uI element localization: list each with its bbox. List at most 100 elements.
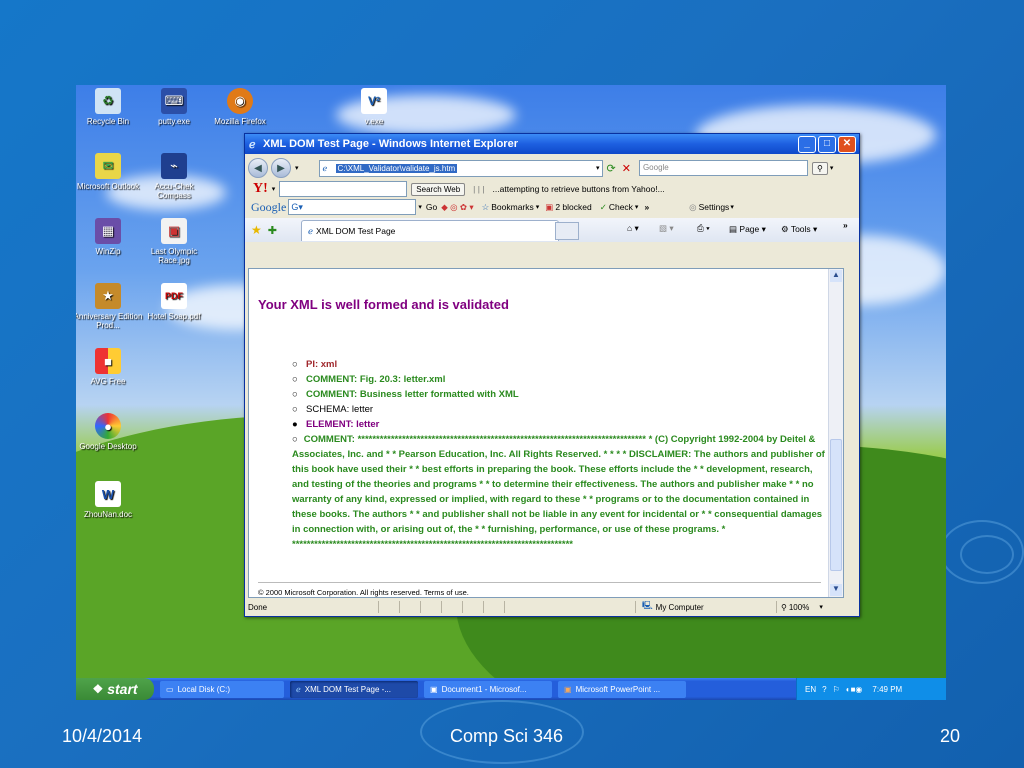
- desktop-icon-hotel-soap[interactable]: PDF Hotel Soap.pdf: [138, 283, 210, 321]
- image-file-icon: ▣: [161, 218, 187, 244]
- stop-icon[interactable]: ✕: [622, 162, 631, 175]
- home-icon[interactable]: ⌂ ▾: [627, 223, 639, 234]
- scroll-up-icon[interactable]: ▲: [830, 270, 842, 282]
- drive-icon: ▭: [166, 684, 174, 694]
- bookmarks-dropdown-icon[interactable]: ▾: [536, 203, 540, 211]
- desktop-icon-zhounan-doc[interactable]: W ZhouNan.doc: [76, 481, 144, 519]
- my-computer-icon: 🖳: [642, 601, 653, 610]
- forward-button[interactable]: ▶: [271, 158, 291, 178]
- yahoo-logo-icon: Y!: [253, 181, 268, 196]
- accu-chek-icon: ⌁: [161, 153, 187, 179]
- task-local-disk[interactable]: ▭ Local Disk (C:): [160, 680, 284, 698]
- desktop-icon-putty[interactable]: ⌨ putty.exe: [138, 88, 210, 126]
- desktop-icon-recycle-bin[interactable]: ♻ Recycle Bin: [76, 88, 144, 126]
- toolbar-separator: | | |: [473, 184, 485, 194]
- avg-icon: ■: [95, 348, 121, 374]
- desktop-icon-olympic-race[interactable]: ▣ Last Olympic Race.jpg: [138, 218, 210, 265]
- google-dropdown-icon[interactable]: ▾: [418, 203, 422, 211]
- nav-dropdown-icon[interactable]: ▾: [295, 164, 299, 172]
- decorative-ripple: [960, 535, 1014, 574]
- copyright-text[interactable]: © 2000 Microsoft Corporation. All rights…: [258, 588, 469, 597]
- yahoo-dropdown-icon[interactable]: ▾: [272, 185, 276, 193]
- desktop-icon-anniversary[interactable]: ★ Anniversary Edition Prod...: [76, 283, 144, 330]
- feeds-icon[interactable]: ▧ ▾: [659, 223, 674, 234]
- desktop-icon-firefox[interactable]: ◉ Mozilla Firefox: [204, 88, 276, 126]
- search-input[interactable]: Google: [638, 160, 808, 176]
- yahoo-search-button[interactable]: Search Web: [411, 182, 466, 196]
- address-bar[interactable]: ℯ C:\XML_Validator\validate_js.htm ▾: [318, 159, 603, 177]
- vertical-scrollbar[interactable]: ▲ ▼: [828, 269, 843, 597]
- favorites-star-icon[interactable]: ★: [251, 223, 262, 237]
- help-icon[interactable]: ?: [822, 685, 826, 694]
- search-icon[interactable]: ⚲: [811, 161, 828, 175]
- search-dropdown-icon[interactable]: ▾: [830, 164, 834, 172]
- settings-icon: ◎: [689, 201, 697, 212]
- language-indicator[interactable]: EN: [805, 685, 816, 694]
- status-bar: Done 🖳 My Computer ⚲ 100% ▾: [248, 600, 856, 614]
- check-dropdown-icon[interactable]: ▾: [635, 203, 639, 211]
- tab-xml-dom-test-page[interactable]: ℯ XML DOM Test Page: [301, 220, 559, 241]
- minimize-button[interactable]: _: [798, 136, 816, 153]
- desktop-icon-accu-chek[interactable]: ⌁ Accu-Chek Compass: [138, 153, 210, 200]
- settings-button[interactable]: Settings: [699, 202, 730, 212]
- task-xml-dom-test-page[interactable]: ℯ XML DOM Test Page -...: [290, 680, 418, 698]
- tab-page-icon: ℯ: [308, 225, 314, 236]
- add-favorite-icon[interactable]: ✚: [268, 224, 277, 237]
- winzip-icon: ▦: [95, 218, 121, 244]
- outlook-icon: ✉: [95, 153, 121, 179]
- back-button[interactable]: ◀: [248, 158, 268, 178]
- list-item: ○ SCHEMA: letter: [292, 404, 374, 415]
- address-dropdown-icon[interactable]: ▾: [596, 164, 600, 172]
- window-titlebar[interactable]: ℯ XML DOM Test Page - Windows Internet E…: [245, 134, 859, 154]
- desktop-icon-outlook[interactable]: ✉ Microsoft Outlook: [76, 153, 144, 191]
- list-item: ● ELEMENT: letter: [292, 419, 380, 430]
- toolbar-icons[interactable]: ◆ ◎ ✿ ▾: [441, 202, 473, 213]
- slide-course: Comp Sci 346: [450, 726, 564, 746]
- tools-menu-button[interactable]: ⚙ Tools ▾: [781, 224, 817, 235]
- desktop-icon-winzip[interactable]: ▦ WinZip: [76, 218, 144, 256]
- page-content: Your XML is well formed and is validated…: [248, 268, 844, 598]
- google-search-input[interactable]: G▾: [288, 199, 417, 215]
- print-icon[interactable]: ⎙ ▾: [697, 223, 710, 234]
- yahoo-search-input[interactable]: [279, 181, 408, 197]
- putty-icon: ⌨: [161, 88, 187, 114]
- blocked-button[interactable]: 2 blocked: [555, 202, 591, 212]
- divider: [258, 582, 821, 583]
- bookmarks-button[interactable]: Bookmarks: [491, 202, 534, 212]
- page-menu-button[interactable]: ▤ Page ▾: [729, 224, 766, 235]
- new-tab-button[interactable]: [555, 222, 579, 240]
- window-title: XML DOM Test Page - Windows Internet Exp…: [263, 138, 518, 150]
- task-document1[interactable]: ▣ Document1 - Microsof...: [424, 680, 552, 698]
- zoom-control[interactable]: ⚲ 100% ▾: [776, 601, 851, 613]
- more-chevron-icon[interactable]: »: [644, 202, 649, 212]
- more-tools-chevron-icon[interactable]: »: [843, 220, 848, 230]
- maximize-button[interactable]: □: [818, 136, 836, 153]
- check-button[interactable]: Check: [609, 202, 633, 212]
- security-zone: My Computer: [655, 602, 704, 612]
- desktop-icon-vnc[interactable]: V² v.exe: [338, 88, 410, 126]
- refresh-icon[interactable]: ⟳: [607, 162, 616, 175]
- zoom-dropdown-icon[interactable]: ▾: [819, 603, 823, 611]
- page-icon: ℯ: [322, 163, 328, 173]
- start-button[interactable]: ❖ start: [76, 678, 154, 700]
- clock[interactable]: 7:49 PM: [872, 685, 902, 694]
- scroll-down-icon[interactable]: ▼: [830, 584, 842, 596]
- task-powerpoint[interactable]: ▣ Microsoft PowerPoint ...: [558, 680, 686, 698]
- close-button[interactable]: ✕: [838, 136, 856, 153]
- list-item: ○ COMMENT: Business letter formatted with…: [292, 389, 519, 400]
- slide-page-number: 20: [940, 726, 961, 746]
- browser-window: ℯ XML DOM Test Page - Windows Internet E…: [244, 133, 860, 617]
- google-desktop-icon: ●: [95, 413, 121, 439]
- settings-dropdown-icon[interactable]: ▾: [730, 203, 734, 211]
- desktop-icon-google-desktop[interactable]: ● Google Desktop: [76, 413, 144, 451]
- network-icon[interactable]: ⚐: [833, 685, 840, 694]
- google-go-button[interactable]: Go: [426, 202, 437, 212]
- spellcheck-icon: ✓: [599, 201, 607, 212]
- system-tray: EN ? ⚐ ◐■◉ 7:49 PM: [796, 678, 946, 700]
- tray-apps-icon[interactable]: ◐■◉: [846, 685, 863, 694]
- node-list: ○ PI: xml ○ COMMENT: Fig. 20.3: letter.xml…: [292, 357, 832, 552]
- desktop-icon-avg[interactable]: ■ AVG Free: [76, 348, 144, 386]
- vnc-icon: V²: [361, 88, 387, 114]
- scroll-thumb[interactable]: [830, 439, 842, 571]
- slide-date: 10/4/2014: [62, 726, 143, 746]
